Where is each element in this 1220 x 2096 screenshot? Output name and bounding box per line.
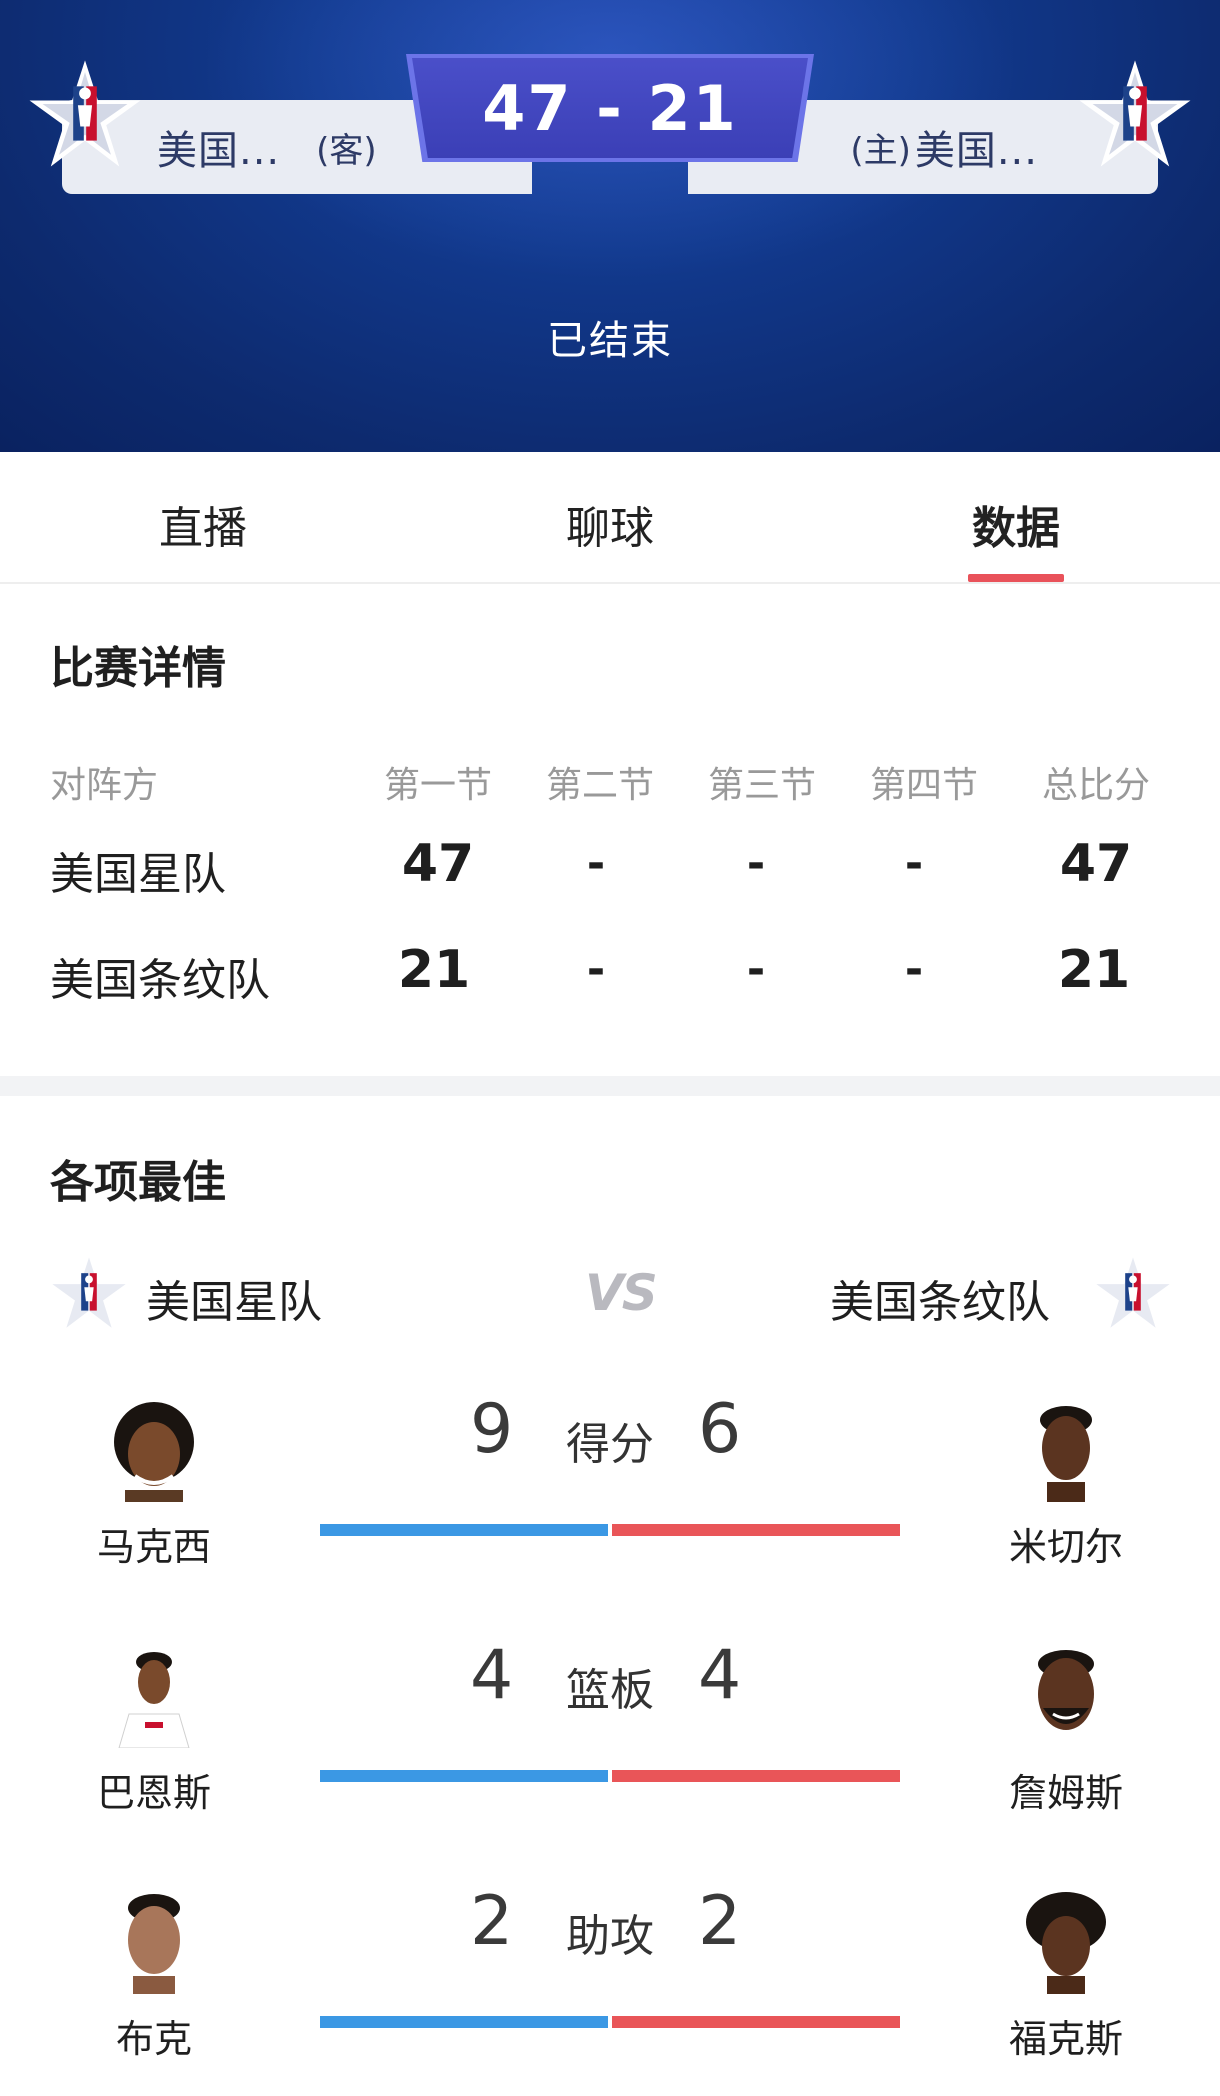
row-q1: 21 — [397, 940, 471, 1000]
player-name: 米切尔 — [1008, 1525, 1123, 1569]
player-photo-icon — [1040, 1406, 1092, 1502]
player-photo-icon — [114, 1402, 194, 1502]
stat-label: 篮板 — [566, 1665, 654, 1716]
col-header-q4: 第四节 — [869, 765, 978, 806]
player-photo-icon — [1038, 1650, 1094, 1730]
right-stat-value: 2 — [698, 1882, 742, 1961]
row-q4: - — [904, 838, 924, 889]
row-total: 21 — [1057, 940, 1131, 1000]
away-team-name: 美国... — [157, 128, 281, 174]
player-name: 福克斯 — [1008, 2017, 1123, 2061]
game-header: 美国... (客) (主) 美国... 47 - 21 已结束 — [0, 0, 1220, 452]
all-star-logo-icon — [1096, 1257, 1170, 1328]
right-stat-bar — [612, 2016, 900, 2028]
player-name: 詹姆斯 — [1008, 1771, 1123, 1815]
leader-stat-row-points: 马克西 9 得分 6 米切尔 — [0, 1390, 1220, 1590]
tab-chat[interactable]: 聊球 — [500, 492, 720, 556]
left-stat-value: 4 — [470, 1636, 514, 1715]
left-player[interactable]: 巴恩斯 — [64, 1644, 244, 1817]
left-stat-value: 9 — [470, 1390, 514, 1469]
stat-label: 得分 — [566, 1419, 654, 1470]
home-team-name: 美国... — [914, 128, 1038, 174]
player-name: 巴恩斯 — [96, 1771, 211, 1815]
leader-stat-row-assists: 布克 2 助攻 2 福克斯 — [0, 1882, 1220, 2082]
col-header-team: 对阵方 — [50, 765, 159, 806]
game-status: 已结束 — [547, 318, 673, 364]
row-q3: - — [746, 944, 766, 995]
left-player[interactable]: 马克西 — [64, 1398, 244, 1571]
leaders-vs-header: 美国星队 VS 美国条纹队 — [0, 1250, 1220, 1340]
player-avatar — [1017, 1398, 1115, 1502]
row-q4: - — [904, 944, 924, 995]
game-score: 47 - 21 — [482, 71, 738, 145]
tab-stats[interactable]: 数据 — [906, 492, 1126, 556]
right-player[interactable]: 米切尔 — [976, 1398, 1156, 1571]
table-row: 美国条纹队 21 - - - 21 — [0, 940, 1220, 1020]
tab-live[interactable]: 直播 — [93, 492, 313, 556]
player-name: 布克 — [115, 2017, 192, 2061]
right-stat-value: 4 — [698, 1636, 742, 1715]
score-table-header: 对阵方 第一节 第二节 第三节 第四节 总比分 — [0, 756, 1220, 836]
active-tab-indicator — [968, 574, 1064, 582]
score-box: 47 - 21 — [412, 58, 808, 158]
all-star-logo-icon — [29, 60, 141, 167]
row-total: 47 — [1059, 834, 1133, 894]
vs-label: VS — [585, 1264, 658, 1322]
right-stat-value: 6 — [698, 1390, 742, 1469]
all-star-logo-icon — [52, 1257, 126, 1328]
right-player[interactable]: 詹姆斯 — [976, 1644, 1156, 1817]
left-stat-value: 2 — [470, 1882, 514, 1961]
left-team-name: 美国星队 — [146, 1277, 322, 1328]
player-photo-icon — [118, 1652, 190, 1748]
right-team-name: 美国条纹队 — [830, 1277, 1050, 1328]
left-stat-bar — [320, 1524, 608, 1536]
row-q2: - — [586, 944, 606, 995]
player-avatar — [105, 1890, 203, 1994]
stat-label: 助攻 — [566, 1911, 654, 1962]
row-q3: - — [746, 838, 766, 889]
player-avatar — [105, 1398, 203, 1502]
tab-bar: 直播 聊球 数据 — [0, 452, 1220, 584]
right-stat-bar — [612, 1770, 900, 1782]
col-header-q2: 第二节 — [545, 765, 654, 806]
player-avatar — [1017, 1644, 1115, 1748]
col-header-q3: 第三节 — [707, 765, 816, 806]
left-stat-bar — [320, 1770, 608, 1782]
right-player[interactable]: 福克斯 — [976, 1890, 1156, 2063]
col-header-total: 总比分 — [1041, 765, 1150, 806]
col-header-q1: 第一节 — [383, 765, 492, 806]
away-tag: (客) — [316, 130, 377, 171]
all-star-logo-icon — [1079, 60, 1191, 167]
row-q1: 47 — [401, 834, 475, 894]
left-player[interactable]: 布克 — [64, 1890, 244, 2063]
player-photo-icon — [128, 1894, 180, 1994]
home-tag: (主) — [850, 130, 911, 171]
row-team-name: 美国星队 — [50, 849, 226, 900]
player-avatar — [1017, 1890, 1115, 1994]
section-divider — [0, 1076, 1220, 1096]
row-team-name: 美国条纹队 — [50, 955, 270, 1006]
player-avatar — [105, 1644, 203, 1748]
row-q2: - — [586, 838, 606, 889]
leader-stat-row-rebounds: 巴恩斯 4 篮板 4 詹姆斯 — [0, 1636, 1220, 1836]
table-row: 美国星队 47 - - - 47 — [0, 834, 1220, 914]
right-stat-bar — [612, 1524, 900, 1536]
leaders-title: 各项最佳 — [50, 1157, 226, 1208]
match-details-title: 比赛详情 — [50, 643, 226, 694]
player-photo-icon — [1026, 1892, 1106, 1994]
player-name: 马克西 — [96, 1525, 211, 1569]
left-stat-bar — [320, 2016, 608, 2028]
